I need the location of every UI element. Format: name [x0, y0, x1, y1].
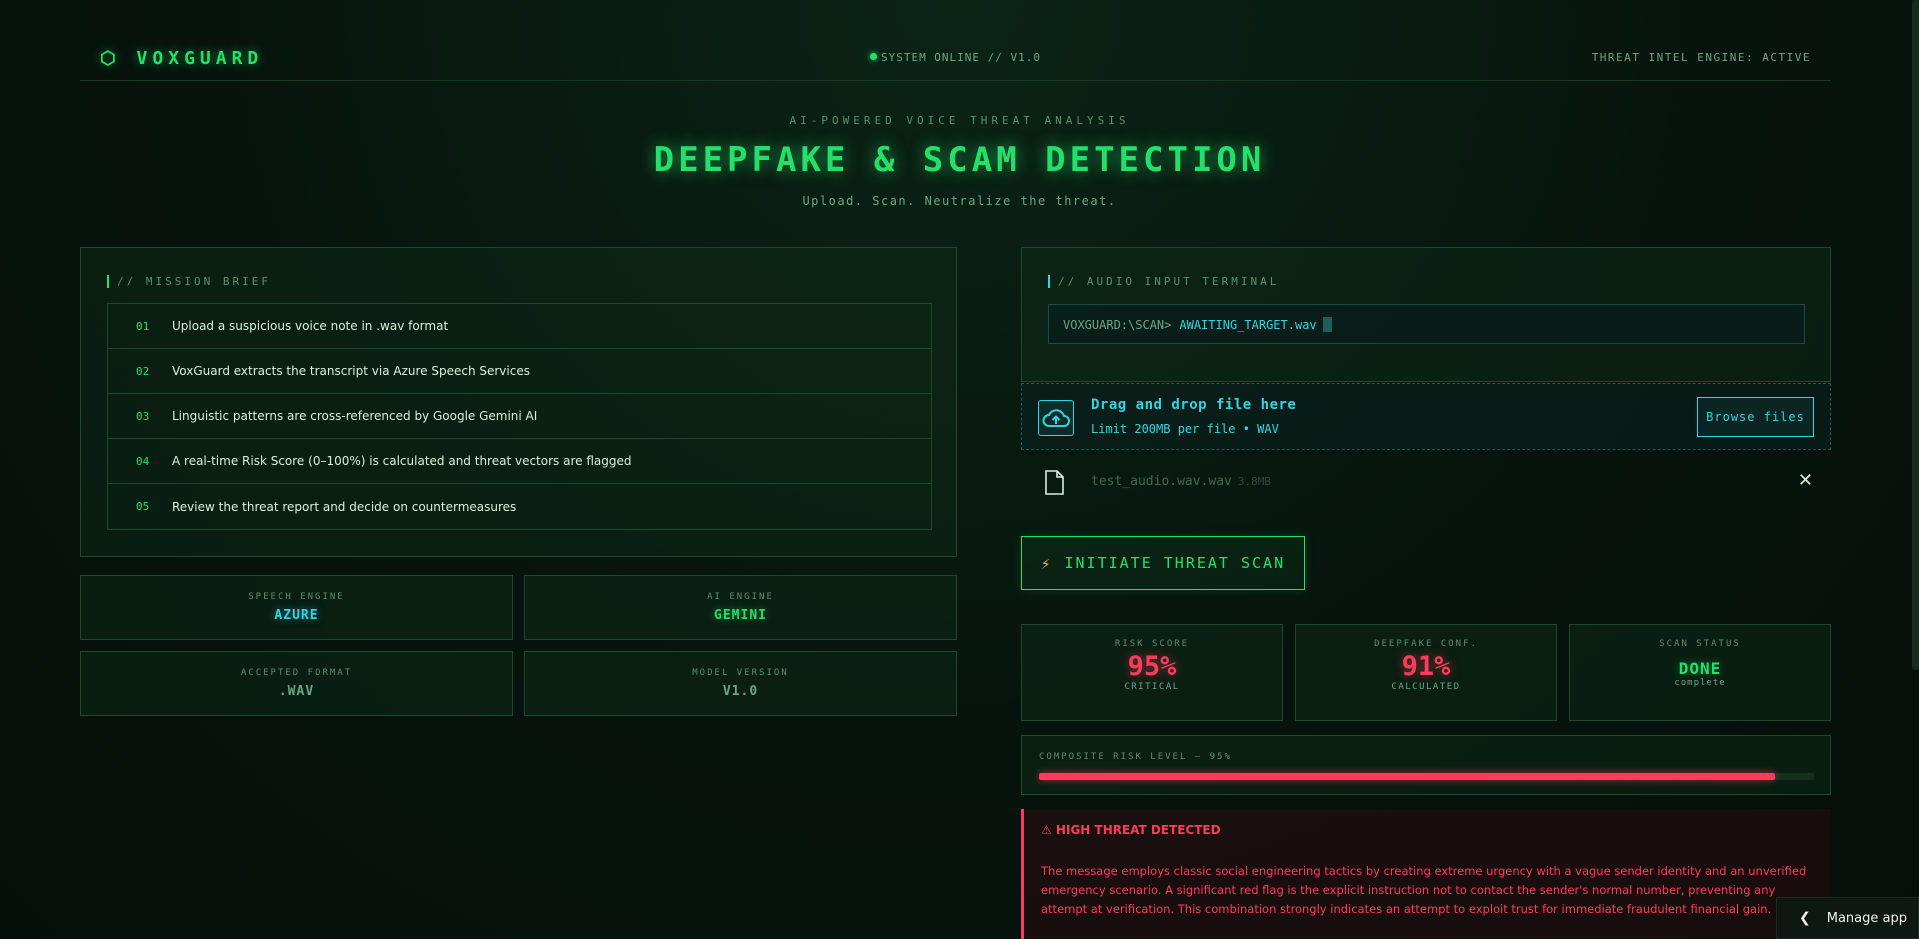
list-item: 05 Review the threat report and decide on…: [108, 484, 931, 529]
page-scrollbar[interactable]: [1912, 0, 1919, 670]
model-version-card: MODEL VERSION V1.0: [524, 651, 957, 716]
mission-brief-panel: // MISSION BRIEF 01 Upload a suspicious v…: [80, 247, 957, 557]
ai-engine-label: AI ENGINE: [707, 592, 774, 602]
list-item: 03 Linguistic patterns are cross-referenc…: [108, 394, 931, 439]
terminal-target: AWAITING_TARGET.wav: [1179, 318, 1317, 332]
step-number: 04: [136, 454, 150, 468]
page-title: DEEPFAKE & SCAM DETECTION: [653, 140, 1266, 180]
step-number: 05: [136, 500, 150, 513]
threat-alert-heading: ⚠ HIGH THREAT DETECTED: [1041, 823, 1221, 837]
list-item: 01 Upload a suspicious voice note in .wav…: [108, 304, 931, 349]
accepted-format-value: .WAV: [278, 684, 315, 699]
browse-files-button[interactable]: Browse files: [1697, 397, 1814, 437]
step-text: VoxGuard extracts the transcript via Azu…: [172, 364, 530, 378]
step-text: Review the threat report and decide on c…: [172, 499, 517, 514]
initiate-threat-scan-button[interactable]: ⚡ INITIATE THREAT SCAN: [1021, 536, 1305, 590]
threat-intel-status: THREAT INTEL ENGINE: ACTIVE: [1591, 51, 1811, 64]
chevron-left-icon: ❮: [1799, 910, 1811, 926]
terminal-cursor: [1322, 317, 1332, 332]
manage-app-button[interactable]: ❮ Manage app: [1776, 897, 1919, 939]
deepfake-confidence-label: DEEPFAKE CONF.: [1374, 639, 1478, 649]
scan-status-value: DONE: [1678, 659, 1722, 678]
system-status-text: SYSTEM ONLINE // V1.0: [880, 51, 1042, 64]
system-status: SYSTEM ONLINE // V1.0: [80, 51, 1831, 64]
deepfake-confidence-value: 91%: [1401, 651, 1451, 682]
deepfake-confidence-card: DEEPFAKE CONF. 91% CALCULATED: [1295, 624, 1557, 721]
dropzone-limit: Limit 200MB per file • WAV: [1091, 422, 1279, 436]
ai-engine-card: AI ENGINE GEMINI: [524, 575, 957, 640]
scan-status-card: SCAN STATUS DONE complete: [1569, 624, 1831, 721]
speech-engine-label: SPEECH ENGINE: [248, 592, 345, 602]
risk-score-card: RISK SCORE 95% CRITICAL: [1021, 624, 1283, 721]
composite-risk-label: COMPOSITE RISK LEVEL — 95%: [1039, 752, 1232, 762]
speech-engine-card: SPEECH ENGINE AZURE: [80, 575, 513, 640]
list-item: 02 VoxGuard extracts the transcript via A…: [108, 349, 931, 394]
composite-risk-bar-fill: [1039, 773, 1776, 780]
file-name-text: test_audio.wav.wav: [1091, 474, 1232, 489]
terminal-title: // AUDIO INPUT TERMINAL: [1048, 275, 1279, 288]
step-number: 01: [136, 319, 150, 333]
model-version-value: V1.0: [722, 684, 759, 699]
threat-alert: ⚠ HIGH THREAT DETECTED The message emplo…: [1021, 809, 1831, 939]
file-dropzone[interactable]: Drag and drop file here Limit 200MB per …: [1021, 383, 1831, 450]
cloud-upload-icon: [1038, 400, 1074, 436]
accepted-format-label: ACCEPTED FORMAT: [240, 668, 353, 678]
accepted-format-card: ACCEPTED FORMAT .WAV: [80, 651, 513, 716]
composite-risk-panel: COMPOSITE RISK LEVEL — 95%: [1021, 735, 1831, 795]
speech-engine-value: AZURE: [274, 608, 319, 623]
uploaded-file-item: test_audio.wav.wav 3.8MB ✕: [1021, 462, 1831, 504]
file-size: 3.8MB: [1237, 475, 1272, 488]
remove-file-close-icon[interactable]: ✕: [1798, 470, 1813, 491]
ai-engine-value: GEMINI: [714, 608, 767, 623]
threat-alert-body: The message employs classic social engin…: [1041, 864, 1807, 916]
terminal-prompt: VOXGUARD:\SCAN>: [1063, 318, 1172, 332]
list-item: 04 A real-time Risk Score (0–100%) is cal…: [108, 439, 931, 484]
mission-brief-title: // MISSION BRIEF: [107, 275, 271, 288]
risk-score-value: 95%: [1127, 651, 1177, 682]
risk-score-label: RISK SCORE: [1114, 639, 1190, 649]
top-bar: ⬡ VOXGUARD SYSTEM ONLINE // V1.0 THREAT …: [80, 40, 1831, 81]
mission-steps-list: 01 Upload a suspicious voice note in .wav…: [107, 303, 932, 530]
step-text: Linguistic patterns are cross-referenced…: [172, 409, 538, 423]
scan-status-sub: complete: [1674, 678, 1726, 688]
risk-score-sub: CRITICAL: [1124, 682, 1180, 692]
composite-risk-bar: [1039, 773, 1814, 780]
step-number: 03: [136, 409, 150, 423]
file-name: test_audio.wav.wav 3.8MB: [1091, 474, 1271, 489]
manage-app-label: Manage app: [1826, 910, 1907, 926]
step-text: Upload a suspicious voice note in .wav f…: [172, 319, 449, 333]
status-dot-icon: [869, 53, 877, 60]
lightning-icon: ⚡: [1040, 553, 1053, 573]
model-version-label: MODEL VERSION: [692, 668, 789, 678]
deepfake-confidence-sub: CALCULATED: [1391, 682, 1461, 692]
step-number: 02: [136, 364, 150, 378]
terminal-command-line: VOXGUARD:\SCAN> AWAITING_TARGET.wav: [1048, 304, 1805, 344]
step-text: A real-time Risk Score (0–100%) is calcu…: [172, 454, 632, 468]
dropzone-instruction: Drag and drop file here: [1091, 397, 1297, 413]
scan-button-label: INITIATE THREAT SCAN: [1064, 554, 1286, 572]
scan-status-label: SCAN STATUS: [1659, 639, 1741, 649]
audio-input-terminal: // AUDIO INPUT TERMINAL VOXGUARD:\SCAN> A…: [1021, 247, 1831, 382]
hero-tagline: Upload. Scan. Neutralize the threat.: [802, 194, 1117, 208]
file-icon: [1043, 470, 1065, 500]
hero-subtitle: AI-POWERED VOICE THREAT ANALYSIS: [789, 114, 1130, 127]
